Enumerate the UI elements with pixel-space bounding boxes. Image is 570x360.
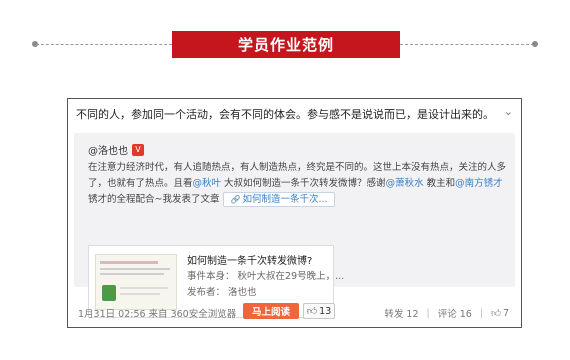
thumbs-up-icon: 👍︎ (491, 308, 501, 319)
repost-button[interactable]: 转发 12 (384, 306, 418, 320)
divider-dot-right (532, 41, 538, 47)
mention-link[interactable]: @南方锈才 (455, 178, 503, 189)
repost-text: 锈才的全程配合~我发表了文章 (88, 194, 220, 205)
leaf-logo-icon (102, 285, 116, 301)
article-link-label: 如何制造一条千次... (242, 194, 328, 205)
repost-line-1: 在注意力经济时代，有人追随热点，有人制造热点，终究是不同的。这世上本没有热点，关… (88, 162, 507, 173)
repost-text: 了，也就有了热点。且看 (88, 178, 193, 189)
repost-block: @洛也也 V 在注意力经济时代，有人追随热点，有人制造热点，终究是不同的。这世上… (74, 133, 515, 319)
vip-badge-icon: V (132, 143, 144, 156)
mention-link[interactable]: @秋叶 (193, 178, 222, 189)
read-now-button[interactable]: 马上阅读 (243, 303, 299, 319)
repost-body: 在注意力经济时代，有人追随热点，有人制造热点，终究是不同的。这世上本没有热点，关… (88, 160, 508, 208)
post-text: 不同的人，参加同一个活动，会有不同的体会。参与感不是说说而已，是设计出来的。 (76, 108, 494, 121)
page-title: 学员作业范例 (172, 31, 400, 58)
action-divider: | (479, 307, 484, 319)
post-meta: 1月31日 02:56 来自 360安全浏览器 (78, 309, 237, 320)
like-button[interactable]: 👍︎ 7 (491, 307, 509, 319)
repost-text: 大叔如何制造一条千次转发微博？感谢 (221, 178, 386, 189)
repost-author: @洛也也 V (88, 142, 144, 157)
divider-left (36, 44, 172, 45)
article-link-chip[interactable]: 🔗 如何制造一条千次... (223, 192, 335, 207)
thumbs-up-icon: 👍︎ (306, 306, 318, 317)
repost-line-3: 锈才的全程配合~我发表了文章 🔗 如何制造一条千次... (88, 192, 508, 208)
author-name[interactable]: @洛也也 (88, 142, 128, 157)
article-title[interactable]: 如何制造一条千次转发微博? (187, 252, 312, 267)
action-divider: | (426, 307, 430, 319)
article-like-count: 13 (319, 305, 332, 317)
link-icon: 🔗 (230, 195, 241, 204)
repost-text: 教主和 (423, 178, 456, 189)
article-like-button[interactable]: 👍︎ 13 (303, 303, 335, 319)
like-count: 7 (502, 308, 509, 319)
article-thumbnail (95, 254, 177, 310)
mention-link[interactable]: @萧秋水 (386, 178, 424, 189)
comment-button[interactable]: 评论 16 (438, 306, 472, 320)
chevron-down-icon[interactable]: ⌄ (504, 105, 513, 118)
repost-line-2: 了，也就有了热点。且看@秋叶 大叔如何制造一条千次转发微博？感谢@萧秋水 教主和… (88, 176, 508, 192)
divider-right (400, 44, 534, 45)
weibo-post-card: 不同的人，参加同一个活动，会有不同的体会。参与感不是说说而已，是设计出来的。 ⌄… (67, 98, 522, 328)
article-publisher: 发布者： 洛也也 (187, 287, 257, 298)
article-event: 事件本身： 秋叶大叔在29号晚上，... (187, 271, 345, 282)
post-actions: 转发 12 | 评论 16 | 👍︎ 7 (384, 306, 509, 321)
